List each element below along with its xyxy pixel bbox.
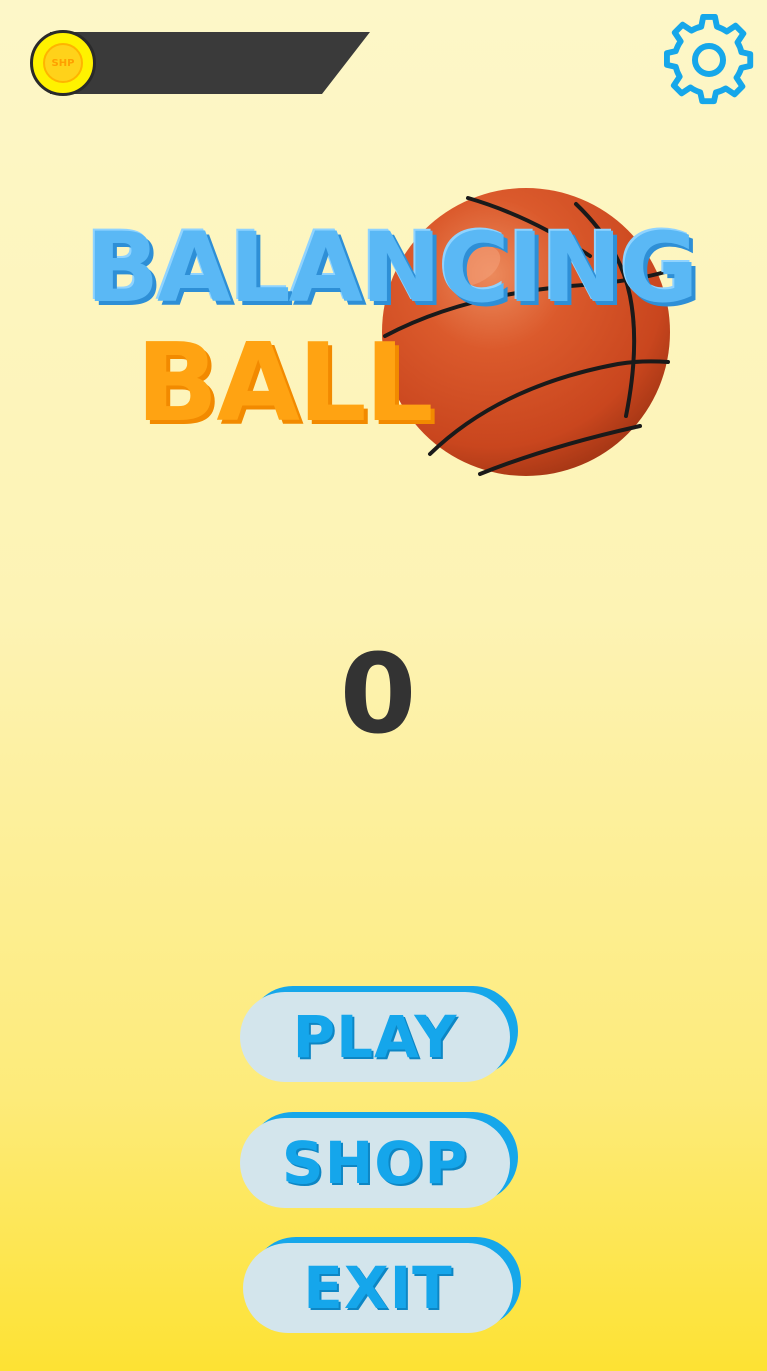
title-balancing: BALANCING: [86, 212, 699, 324]
play-button-face[interactable]: PLAY: [240, 992, 510, 1082]
play-button[interactable]: PLAY: [240, 986, 518, 1084]
exit-button-label: EXIT: [303, 1254, 453, 1322]
settings-button[interactable]: [664, 13, 756, 106]
exit-button[interactable]: EXIT: [243, 1237, 521, 1335]
title-ball: BALL: [136, 321, 434, 446]
play-button-label: PLAY: [292, 1003, 458, 1071]
coin-counter: SHP: [30, 30, 370, 96]
exit-button-face[interactable]: EXIT: [243, 1243, 513, 1333]
gear-icon: [664, 13, 754, 105]
shop-button-label: SHOP: [281, 1129, 469, 1197]
score-display: 0: [339, 630, 417, 758]
coin-icon-label: SHP: [43, 43, 83, 83]
shop-button-face[interactable]: SHOP: [240, 1118, 510, 1208]
shop-button[interactable]: SHOP: [240, 1112, 518, 1210]
coin-counter-track: [50, 32, 370, 94]
coin-icon: SHP: [30, 30, 96, 96]
game-logo: BALANCING BALL: [80, 180, 699, 490]
